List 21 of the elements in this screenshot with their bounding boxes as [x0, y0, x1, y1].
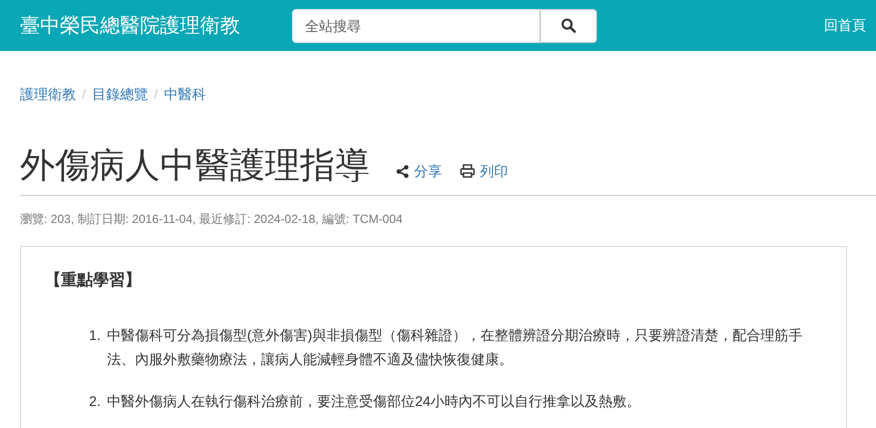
print-link[interactable]: 列印 — [460, 160, 508, 182]
list-number: 1. — [89, 326, 102, 345]
share-icon — [396, 164, 409, 178]
home-link[interactable]: 回首頁 — [824, 15, 866, 36]
article-title: 外傷病人中醫護理指導 — [20, 145, 370, 187]
section-heading: 【重點學習】 — [45, 270, 142, 291]
search-button[interactable] — [540, 8, 597, 42]
breadcrumb-link[interactable]: 護理衛教 — [20, 84, 76, 105]
search-icon — [561, 18, 576, 33]
breadcrumb-link[interactable]: 目錄總覽 — [92, 84, 148, 105]
share-link[interactable]: 分享 — [396, 160, 442, 182]
breadcrumb-separator: / — [152, 85, 159, 104]
list-item-text: 中醫外傷病人在執行傷科治療前，要注意受傷部位24小時內不可以自行推拿以及熱敷。 — [107, 392, 641, 411]
breadcrumb-separator: / — [81, 85, 87, 104]
breadcrumb-link[interactable]: 中醫科 — [164, 84, 206, 105]
site-title[interactable]: 臺中榮民總醫院護理衛教 — [20, 10, 240, 40]
article-meta: 瀏覽: 203, 制訂日期: 2016-11-04, 最近修訂: 2024-02-18, 編號: TCM-004 — [19, 211, 404, 228]
list-number: 2. — [89, 392, 102, 411]
list-item-text: 中醫傷科可分為損傷型(意外傷害)與非損傷型（傷科雜證），在整體辨證分期治療時，只要辨證清楚，配合理筋手法、內服外敷藥物療法，讓病人能減輕身體不適及儘快恢復健康。 — [107, 326, 804, 369]
printer-icon — [460, 164, 475, 178]
search-field[interactable]: 全站搜尋 — [292, 8, 540, 42]
